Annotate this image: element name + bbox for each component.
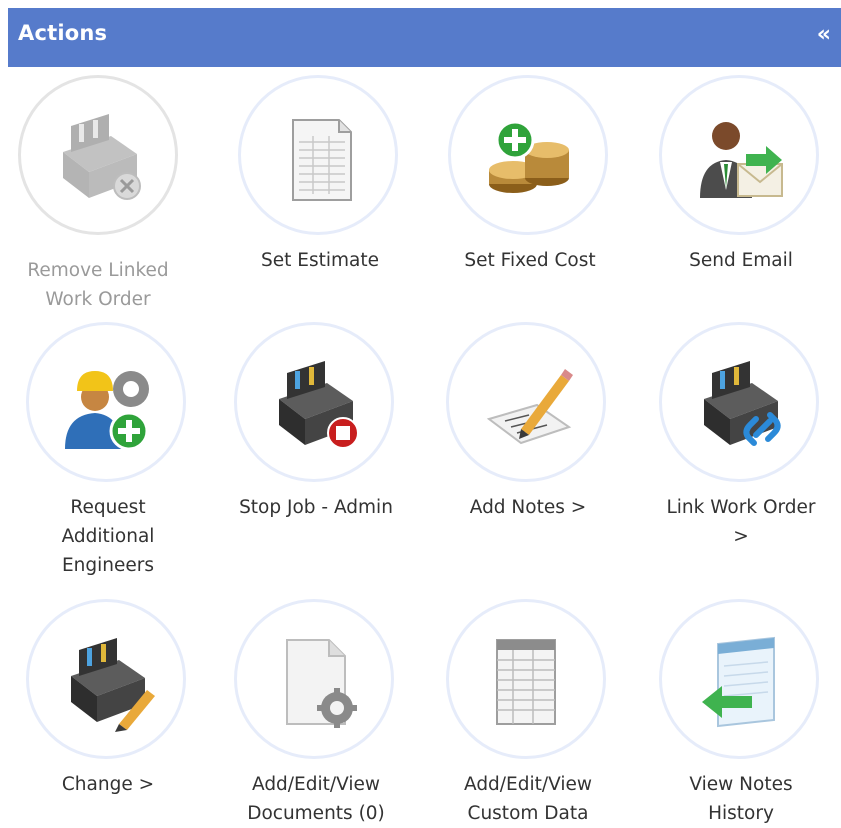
document-gear-icon [286, 639, 357, 728]
remove-linked-work-order-action[interactable]: Remove Linked Work Order [0, 75, 198, 315]
spreadsheet-icon [292, 119, 352, 201]
coins-add-icon [489, 120, 569, 193]
tile-label: Add/Edit/View Custom Data [463, 774, 592, 824]
panel-title: Actions [18, 21, 108, 45]
view-notes-history-action[interactable]: View Notes History [641, 599, 841, 825]
tile-label: Add/Edit/View Documents (0) [247, 774, 385, 824]
send-email-action[interactable]: Send Email [641, 75, 841, 315]
custom-data-action[interactable]: Add/Edit/View Custom Data [428, 599, 628, 825]
person-email-icon [700, 122, 783, 198]
note-pencil-icon [486, 369, 573, 445]
tile-label: Remove Linked Work Order [27, 260, 169, 310]
link-work-order-action[interactable]: Link Work Order > [641, 322, 841, 582]
tile-label: Request Additional Engineers [61, 497, 155, 576]
tile-label: Send Email [689, 250, 793, 271]
tile-label: Add Notes > [469, 497, 587, 518]
toolbox-remove-icon [63, 114, 141, 200]
tile-label: View Notes History [689, 774, 793, 824]
tile-label: Change > [61, 774, 155, 795]
documents-action[interactable]: Add/Edit/View Documents (0) [216, 599, 416, 825]
actions-header: Actions « [8, 8, 841, 67]
tile-label: Link Work Order > [666, 497, 816, 547]
toolbox-link-icon [704, 361, 781, 446]
add-notes-action[interactable]: Add Notes > [428, 322, 628, 582]
tile-label: Set Fixed Cost [464, 250, 596, 271]
stop-job-admin-action[interactable]: Stop Job - Admin [216, 322, 416, 582]
change-action[interactable]: Change > [8, 599, 208, 825]
tile-label: Set Estimate [261, 250, 379, 271]
engineer-add-icon [65, 371, 149, 451]
datasheet-icon [496, 639, 556, 725]
set-fixed-cost-action[interactable]: Set Fixed Cost [430, 75, 630, 315]
tile-label: Stop Job - Admin [239, 497, 393, 518]
collapse-panel-icon[interactable]: « [817, 22, 831, 47]
request-additional-engineers-action[interactable]: Request Additional Engineers [8, 322, 208, 582]
toolbox-edit-icon [71, 638, 155, 732]
set-estimate-action[interactable]: Set Estimate [220, 75, 420, 315]
toolbox-stop-icon [279, 361, 359, 449]
notepad-back-icon [702, 636, 775, 728]
